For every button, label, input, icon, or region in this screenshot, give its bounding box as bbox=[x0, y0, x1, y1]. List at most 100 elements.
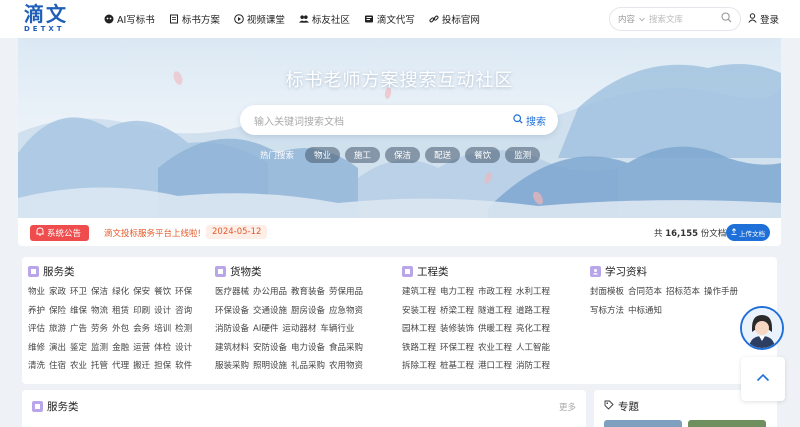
back-to-top-button[interactable] bbox=[741, 357, 785, 401]
category-item[interactable]: 合同范本 bbox=[628, 283, 662, 302]
category-item[interactable]: 印刷 bbox=[133, 302, 150, 321]
category-item[interactable]: 鉴定 bbox=[70, 339, 87, 358]
category-item[interactable]: 建筑材料 bbox=[215, 339, 249, 358]
category-item[interactable]: 操作手册 bbox=[704, 283, 738, 302]
category-item[interactable]: 交通设施 bbox=[253, 302, 287, 321]
category-item[interactable]: 封面模板 bbox=[590, 283, 624, 302]
hot-tag[interactable]: 物业 bbox=[305, 147, 341, 163]
category-item[interactable]: 咨询 bbox=[175, 302, 192, 321]
category-item[interactable]: 车辆行业 bbox=[320, 320, 354, 339]
category-item[interactable]: 隧道工程 bbox=[478, 302, 512, 321]
category-item[interactable]: 广告 bbox=[70, 320, 87, 339]
category-item[interactable]: 园林工程 bbox=[402, 320, 436, 339]
hero-search-input[interactable]: 输入关键词搜索文档 bbox=[254, 113, 513, 128]
category-item[interactable]: 水利工程 bbox=[516, 283, 550, 302]
section-more-link[interactable]: 更多 bbox=[559, 401, 576, 413]
category-item[interactable]: 清洗 bbox=[28, 357, 45, 376]
category-item[interactable]: 设计 bbox=[154, 302, 171, 321]
hot-tag[interactable]: 餐饮 bbox=[465, 147, 501, 163]
category-item[interactable]: 住宿 bbox=[49, 357, 66, 376]
category-item[interactable]: 写标方法 bbox=[590, 302, 624, 321]
category-item[interactable]: 礼品采购 bbox=[291, 357, 325, 376]
category-item[interactable]: 电力工程 bbox=[440, 283, 474, 302]
category-item[interactable]: 外包 bbox=[112, 320, 129, 339]
category-item[interactable]: 培训 bbox=[154, 320, 171, 339]
category-item[interactable]: 应急物资 bbox=[329, 302, 363, 321]
category-item[interactable]: 体检 bbox=[154, 339, 171, 358]
category-item[interactable]: 搬迁 bbox=[133, 357, 150, 376]
category-item[interactable]: 担保 bbox=[154, 357, 171, 376]
category-item[interactable]: 人工智能 bbox=[516, 339, 550, 358]
login-button[interactable]: 登录 bbox=[748, 12, 779, 26]
hot-tag[interactable]: 配送 bbox=[425, 147, 461, 163]
category-item[interactable]: 监测 bbox=[91, 339, 108, 358]
category-item[interactable]: 环保 bbox=[175, 283, 192, 302]
category-item[interactable]: 厨房设备 bbox=[291, 302, 325, 321]
category-title[interactable]: 学习资料 bbox=[590, 264, 738, 279]
announcement-text[interactable]: 滴文投标服务平台上线啦! bbox=[104, 227, 201, 239]
category-item[interactable]: 教育装备 bbox=[291, 283, 325, 302]
category-item[interactable]: 检测 bbox=[175, 320, 192, 339]
site-logo[interactable]: 滴文 DETXT bbox=[24, 3, 76, 35]
hero-search-box[interactable]: 输入关键词搜索文档 搜索 bbox=[240, 105, 558, 135]
category-item[interactable]: 会务 bbox=[133, 320, 150, 339]
category-item[interactable]: 托管 bbox=[91, 357, 108, 376]
hot-tag[interactable]: 监测 bbox=[505, 147, 541, 163]
hero-search-button[interactable]: 搜索 bbox=[513, 113, 558, 128]
category-item[interactable]: AI硬件 bbox=[253, 320, 278, 339]
category-item[interactable]: 维修 bbox=[28, 339, 45, 358]
category-item[interactable]: 拆除工程 bbox=[402, 357, 436, 376]
category-item[interactable]: 建筑工程 bbox=[402, 283, 436, 302]
category-item[interactable]: 保洁 bbox=[91, 283, 108, 302]
category-item[interactable]: 桩基工程 bbox=[440, 357, 474, 376]
hot-tag[interactable]: 施工 bbox=[345, 147, 381, 163]
category-item[interactable]: 环保设备 bbox=[215, 302, 249, 321]
category-item[interactable]: 铁路工程 bbox=[402, 339, 436, 358]
category-item[interactable]: 照明设施 bbox=[253, 357, 287, 376]
category-item[interactable]: 演出 bbox=[49, 339, 66, 358]
category-item[interactable]: 安防设备 bbox=[253, 339, 287, 358]
category-item[interactable]: 办公用品 bbox=[253, 283, 287, 302]
category-item[interactable]: 养护 bbox=[28, 302, 45, 321]
header-search-box[interactable]: 内容 搜索文库 bbox=[609, 7, 741, 31]
category-item[interactable]: 安装工程 bbox=[402, 302, 436, 321]
category-item[interactable]: 亮化工程 bbox=[516, 320, 550, 339]
category-item[interactable]: 食品采购 bbox=[329, 339, 363, 358]
category-item[interactable]: 软件 bbox=[175, 357, 192, 376]
nav-bid-plans[interactable]: 标书方案 bbox=[169, 12, 220, 26]
category-item[interactable]: 餐饮 bbox=[154, 283, 171, 302]
category-item[interactable]: 市政工程 bbox=[478, 283, 512, 302]
category-item[interactable]: 服装采购 bbox=[215, 357, 249, 376]
category-item[interactable]: 设计 bbox=[175, 339, 192, 358]
category-item[interactable]: 电力设备 bbox=[291, 339, 325, 358]
category-item[interactable]: 装修装饰 bbox=[440, 320, 474, 339]
hot-tag[interactable]: 保洁 bbox=[385, 147, 421, 163]
search-scope-select[interactable]: 内容 bbox=[618, 13, 635, 25]
search-icon[interactable] bbox=[721, 12, 732, 26]
topic-thumbnail[interactable] bbox=[688, 420, 766, 427]
category-item[interactable]: 中标通知 bbox=[628, 302, 662, 321]
category-item[interactable]: 维保 bbox=[70, 302, 87, 321]
category-item[interactable]: 农业 bbox=[70, 357, 87, 376]
category-item[interactable]: 保安 bbox=[133, 283, 150, 302]
category-item[interactable]: 物流 bbox=[91, 302, 108, 321]
upload-document-button[interactable]: 上传文档 bbox=[726, 224, 770, 241]
category-item[interactable]: 保险 bbox=[49, 302, 66, 321]
category-item[interactable]: 农业工程 bbox=[478, 339, 512, 358]
category-item[interactable]: 评估 bbox=[28, 320, 45, 339]
category-item[interactable]: 港口工程 bbox=[478, 357, 512, 376]
category-item[interactable]: 供暖工程 bbox=[478, 320, 512, 339]
category-item[interactable]: 消防工程 bbox=[516, 357, 550, 376]
category-item[interactable]: 消防设备 bbox=[215, 320, 249, 339]
nav-ghostwrite[interactable]: 滴文代写 bbox=[364, 12, 415, 26]
topic-thumbnail[interactable] bbox=[604, 420, 682, 427]
category-item[interactable]: 医疗器械 bbox=[215, 283, 249, 302]
category-item[interactable]: 租赁 bbox=[112, 302, 129, 321]
header-search-input[interactable]: 搜索文库 bbox=[649, 13, 717, 25]
category-title[interactable]: 货物类 bbox=[215, 264, 363, 279]
category-title[interactable]: 服务类 bbox=[28, 264, 192, 279]
category-item[interactable]: 环卫 bbox=[70, 283, 87, 302]
nav-community[interactable]: 标友社区 bbox=[298, 12, 350, 26]
category-item[interactable]: 物业 bbox=[28, 283, 45, 302]
category-item[interactable]: 运动器材 bbox=[282, 320, 316, 339]
